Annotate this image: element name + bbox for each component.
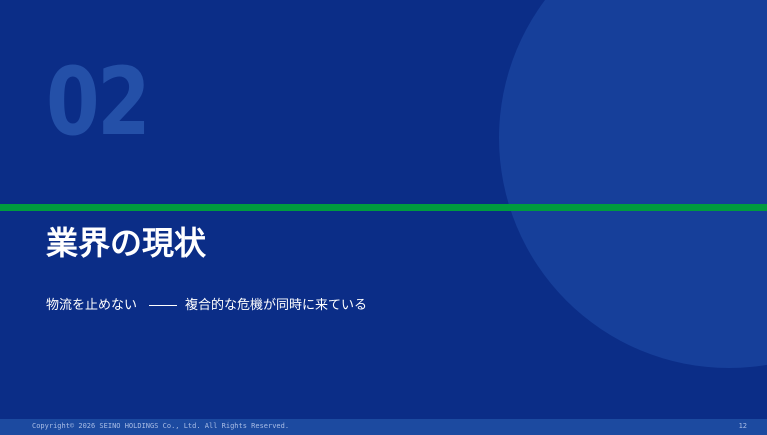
subtitle-left-text: 物流を止めない [46, 298, 138, 313]
slide-subtitle: 物流を止めない 複合的な危機が同時に来ている [46, 298, 367, 315]
page-number: 12 [738, 422, 747, 430]
section-number: 02 [46, 48, 151, 157]
subtitle-right-text: 複合的な危機が同時に来ている [185, 298, 368, 313]
decorative-circle [499, 0, 767, 368]
subtitle-dash [149, 305, 178, 306]
green-divider-bar [0, 204, 767, 211]
footer-bar: Copyright© 2026 SEINO HOLDINGS Co., Ltd.… [0, 419, 767, 435]
section-title-slide: 02 業界の現状 物流を止めない 複合的な危機が同時に来ている Copyright… [0, 0, 767, 435]
slide-title: 業界の現状 [46, 224, 207, 262]
copyright-text: Copyright© 2026 SEINO HOLDINGS Co., Ltd.… [32, 422, 290, 430]
